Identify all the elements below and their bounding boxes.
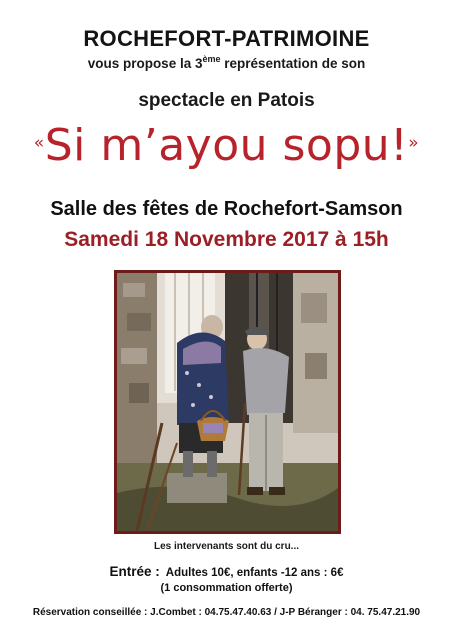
ticket-label: Entrée : [109,564,160,579]
proposal-ordinal-suffix: ème [202,54,221,64]
event-photo [114,270,341,534]
show-title-text: Si m’ayou sopu! [44,120,409,171]
photo-caption: Les intervenants sont du cru... [153,541,300,552]
proposal-text-end: représentation de son [220,56,366,71]
venue: Salle des fêtes de Rochefort-Samson [50,198,403,220]
photo-illustration [117,273,338,531]
open-quote: « [33,133,45,153]
proposal-line: vous propose la 3ème représentation de s… [0,54,453,72]
proposal-text-start: vous propose la 3 [87,56,203,71]
event-date: Samedi 18 Novembre 2017 à 15h [64,228,389,251]
reservation-info: Réservation conseillée : J.Combet : 04.7… [32,607,421,618]
organization-title: ROCHEFORT-PATRIMOINE [83,26,370,51]
ticket-note: (1 consommation offerte) [160,582,293,594]
ticket-price-text: Adultes 10€, enfants -12 ans : 6€ [165,567,344,579]
show-title: «Si m’ayou sopu!» [0,120,453,171]
show-subtitle: spectacle en Patois [138,90,315,111]
ticket-prices: Entrée : Adultes 10€, enfants -12 ans : 6… [0,564,453,579]
close-quote: » [408,133,420,153]
